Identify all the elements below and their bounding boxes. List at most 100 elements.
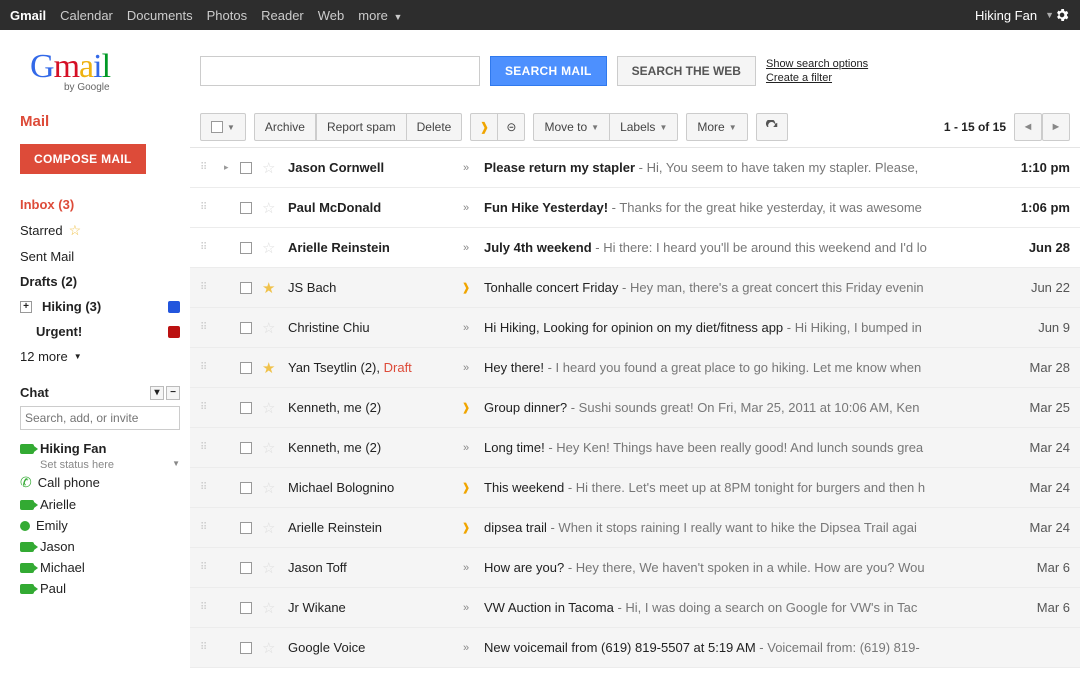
sidebar-item-urgent-[interactable]: Urgent!: [20, 319, 180, 344]
drag-handle-icon[interactable]: ⠿: [200, 282, 214, 293]
drag-handle-icon[interactable]: ⠿: [200, 522, 214, 533]
drag-handle-icon[interactable]: ⠿: [200, 402, 214, 413]
drag-handle-icon[interactable]: ⠿: [200, 482, 214, 493]
refresh-button[interactable]: [756, 113, 788, 141]
chat-contact-call-phone[interactable]: ✆Call phone: [20, 471, 180, 494]
importance-marker-icon[interactable]: ❱: [458, 521, 474, 534]
compose-button[interactable]: COMPOSE MAIL: [20, 144, 146, 174]
row-checkbox[interactable]: [240, 362, 252, 374]
show-search-options-link[interactable]: Show search options: [766, 57, 868, 71]
star-icon[interactable]: ☆: [262, 399, 278, 417]
chat-contact-jason[interactable]: Jason: [20, 536, 180, 557]
mail-row[interactable]: ⠿☆Michael Bolognino❱This weekend - Hi th…: [190, 468, 1080, 508]
create-filter-link[interactable]: Create a filter: [766, 71, 868, 85]
mail-row[interactable]: ⠿☆Arielle Reinstein❱dipsea trail - When …: [190, 508, 1080, 548]
star-icon[interactable]: ☆: [262, 159, 278, 177]
archive-button[interactable]: Archive: [254, 113, 316, 141]
row-checkbox[interactable]: [240, 162, 252, 174]
importance-marker-icon[interactable]: »: [458, 242, 474, 254]
topnav-gmail[interactable]: Gmail: [10, 8, 46, 23]
move-to-button[interactable]: Move to▼: [533, 113, 610, 141]
sidebar-item-sent-mail[interactable]: Sent Mail: [20, 244, 180, 269]
importance-marker-icon[interactable]: »: [458, 202, 474, 214]
row-checkbox[interactable]: [240, 602, 252, 614]
drag-handle-icon[interactable]: ⠿: [200, 562, 214, 573]
topnav-calendar[interactable]: Calendar: [60, 8, 113, 23]
select-all-checkbox[interactable]: ▼: [200, 113, 246, 141]
search-input[interactable]: [200, 56, 480, 86]
sidebar-item-12-more[interactable]: 12 more▼: [20, 344, 180, 369]
sidebar-item-hiking-3-[interactable]: +Hiking (3): [20, 294, 180, 319]
more-button[interactable]: More▼: [686, 113, 747, 141]
row-checkbox[interactable]: [240, 642, 252, 654]
drag-handle-icon[interactable]: ⠿: [200, 322, 214, 333]
chat-status[interactable]: Set status here▼: [40, 459, 180, 471]
mail-row[interactable]: ⠿★JS Bach❱Tonhalle concert Friday - Hey …: [190, 268, 1080, 308]
older-button[interactable]: ►: [1042, 113, 1070, 141]
chat-self[interactable]: Hiking Fan: [20, 438, 180, 459]
search-web-button[interactable]: SEARCH THE WEB: [617, 56, 756, 86]
star-icon[interactable]: ☆: [262, 559, 278, 577]
search-mail-button[interactable]: SEARCH MAIL: [490, 56, 607, 86]
drag-handle-icon[interactable]: ⠿: [200, 642, 214, 653]
chat-search-input[interactable]: [20, 406, 180, 430]
row-checkbox[interactable]: [240, 442, 252, 454]
sidebar-item-drafts-2-[interactable]: Drafts (2): [20, 269, 180, 294]
chat-contact-emily[interactable]: Emily: [20, 515, 180, 536]
star-icon[interactable]: ☆: [262, 479, 278, 497]
mail-row[interactable]: ⠿☆Jason Toff»How are you? - Hey there, W…: [190, 548, 1080, 588]
row-checkbox[interactable]: [240, 242, 252, 254]
topnav-photos[interactable]: Photos: [207, 8, 247, 23]
row-checkbox[interactable]: [240, 562, 252, 574]
mail-row[interactable]: ⠿★Yan Tseytlin (2), Draft»Hey there! - I…: [190, 348, 1080, 388]
settings-gear-icon[interactable]: [1054, 7, 1070, 23]
star-icon[interactable]: ★: [262, 279, 278, 297]
labels-button[interactable]: Labels▼: [610, 113, 678, 141]
row-checkbox[interactable]: [240, 522, 252, 534]
importance-marker-icon[interactable]: »: [458, 322, 474, 334]
importance-marker-icon[interactable]: ❱: [458, 481, 474, 494]
mail-row[interactable]: ⠿☆Kenneth, me (2)❱Group dinner? - Sushi …: [190, 388, 1080, 428]
importance-marker-icon[interactable]: »: [458, 602, 474, 614]
drag-handle-icon[interactable]: ⠿: [200, 242, 214, 253]
star-icon[interactable]: ☆: [262, 199, 278, 217]
sidebar-item-inbox-3-[interactable]: Inbox (3): [20, 192, 180, 217]
mark-unimportant-button[interactable]: ⊝: [498, 113, 525, 141]
mail-row[interactable]: ⠿☆Google Voice»New voicemail from (619) …: [190, 628, 1080, 668]
delete-button[interactable]: Delete: [407, 113, 463, 141]
row-checkbox[interactable]: [240, 482, 252, 494]
chat-contact-paul[interactable]: Paul: [20, 578, 180, 599]
star-icon[interactable]: ☆: [262, 319, 278, 337]
mail-row[interactable]: ⠿☆Jr Wikane»VW Auction in Tacoma - Hi, I…: [190, 588, 1080, 628]
drag-handle-icon[interactable]: ⠿: [200, 362, 214, 373]
report-spam-button[interactable]: Report spam: [316, 113, 407, 141]
drag-handle-icon[interactable]: ⠿: [200, 202, 214, 213]
topnav-more[interactable]: more ▼: [358, 8, 402, 23]
star-icon[interactable]: ☆: [262, 519, 278, 537]
topnav-web[interactable]: Web: [318, 8, 345, 23]
chat-minimize-icon[interactable]: −: [166, 386, 180, 400]
importance-marker-icon[interactable]: »: [458, 562, 474, 574]
mail-row[interactable]: ⠿☆Christine Chiu»Hi Hiking, Looking for …: [190, 308, 1080, 348]
chat-contact-arielle[interactable]: Arielle: [20, 494, 180, 515]
star-icon[interactable]: ☆: [262, 639, 278, 657]
row-checkbox[interactable]: [240, 202, 252, 214]
mail-row[interactable]: ⠿☆Paul McDonald»Fun Hike Yesterday! - Th…: [190, 188, 1080, 228]
row-checkbox[interactable]: [240, 402, 252, 414]
account-menu[interactable]: Hiking Fan▼: [975, 8, 1054, 23]
mark-important-button[interactable]: ❱: [470, 113, 498, 141]
importance-marker-icon[interactable]: »: [458, 362, 474, 374]
newer-button[interactable]: ◄: [1014, 113, 1042, 141]
topnav-reader[interactable]: Reader: [261, 8, 304, 23]
drag-handle-icon[interactable]: ⠿: [200, 162, 214, 173]
chat-collapse-icon[interactable]: ▾: [150, 386, 164, 400]
star-icon[interactable]: ★: [262, 359, 278, 377]
star-icon[interactable]: ☆: [262, 239, 278, 257]
topnav-documents[interactable]: Documents: [127, 8, 193, 23]
mail-row[interactable]: ⠿▸☆Jason Cornwell»Please return my stapl…: [190, 148, 1080, 188]
importance-marker-icon[interactable]: »: [458, 642, 474, 654]
chat-contact-michael[interactable]: Michael: [20, 557, 180, 578]
importance-marker-icon[interactable]: ❱: [458, 401, 474, 414]
star-icon[interactable]: ☆: [262, 599, 278, 617]
sidebar-item-starred[interactable]: Starred☆: [20, 217, 180, 244]
